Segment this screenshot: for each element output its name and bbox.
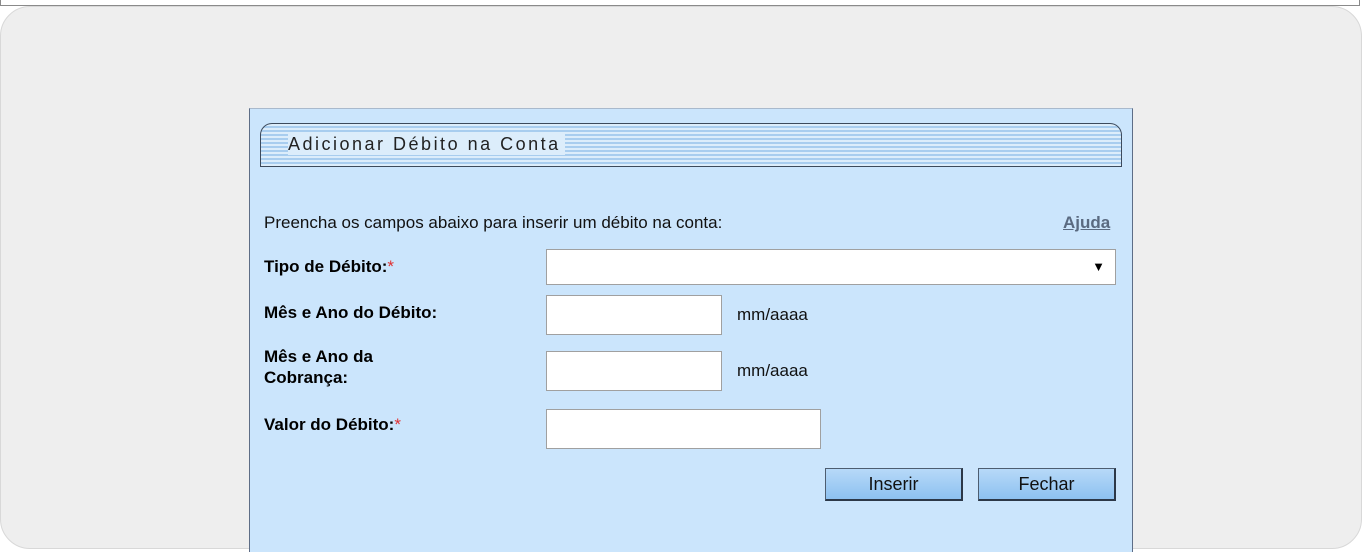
form-title-bar: Adicionar Débito na Conta — [260, 123, 1122, 167]
close-button[interactable]: Fechar — [978, 468, 1116, 501]
mes-ano-debito-input[interactable] — [546, 295, 722, 335]
form-title: Adicionar Débito na Conta — [288, 134, 565, 155]
mes-ano-cobranca-input[interactable] — [546, 351, 722, 391]
valor-debito-label: Valor do Débito:* — [264, 415, 401, 435]
mes-ano-cobranca-label-line1: Mês e Ano da — [264, 347, 373, 366]
insert-button[interactable]: Inserir — [825, 468, 963, 501]
debit-form-panel: Adicionar Débito na Conta Preencha os ca… — [249, 108, 1133, 552]
valor-debito-input[interactable] — [546, 409, 821, 449]
valor-debito-label-text: Valor do Débito: — [264, 415, 395, 434]
mes-ano-debito-format-hint: mm/aaaa — [737, 305, 808, 324]
mes-ano-cobranca-label-line2: Cobrança: — [264, 368, 349, 387]
page-background: Adicionar Débito na Conta Preencha os ca… — [0, 6, 1362, 552]
tipo-debito-select[interactable]: ▼ — [546, 249, 1116, 285]
mes-ano-cobranca-format-hint: mm/aaaa — [737, 361, 808, 380]
required-mark: * — [394, 415, 401, 434]
dropdown-arrow-icon[interactable]: ▼ — [1092, 259, 1105, 274]
help-link[interactable]: Ajuda — [1063, 213, 1110, 233]
tipo-debito-label-text: Tipo de Débito: — [264, 257, 388, 276]
form-instructions: Preencha os campos abaixo para inserir u… — [264, 213, 723, 232]
mes-ano-debito-label: Mês e Ano do Débito: — [264, 303, 438, 322]
tipo-debito-label: Tipo de Débito:* — [264, 257, 394, 277]
required-mark: * — [387, 257, 395, 276]
